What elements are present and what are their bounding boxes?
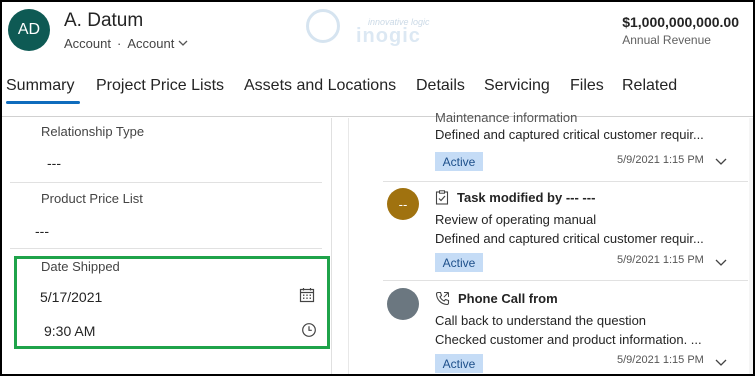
timeline-divider bbox=[383, 181, 748, 182]
tab-details[interactable]: Details bbox=[416, 75, 470, 103]
timeline-entry-line: Defined and captured critical customer r… bbox=[435, 231, 704, 246]
watermark-word: inogic bbox=[356, 25, 421, 47]
product-price-list-value[interactable]: --- bbox=[35, 223, 49, 239]
inogic-watermark-logo: innovative logic inogic bbox=[306, 7, 441, 47]
relationship-type-value[interactable]: --- bbox=[47, 155, 61, 171]
chevron-down-icon[interactable] bbox=[715, 357, 727, 369]
account-name: A. Datum bbox=[64, 10, 144, 31]
account-subtitle: Account · Account bbox=[64, 36, 188, 51]
timeline-divider bbox=[383, 280, 748, 281]
chevron-down-icon[interactable] bbox=[715, 257, 727, 269]
account-avatar: AD bbox=[8, 9, 50, 51]
status-badge: Active bbox=[435, 253, 483, 272]
timeline-entry-line: Call back to understand the question bbox=[435, 313, 647, 328]
form-selector[interactable]: Account bbox=[127, 36, 188, 51]
timeline-avatar bbox=[387, 288, 419, 320]
annual-revenue: $1,000,000,000.00 Annual Revenue bbox=[622, 14, 739, 47]
date-shipped-date-input[interactable]: 5/17/2021 bbox=[40, 289, 102, 305]
revenue-value: $1,000,000,000.00 bbox=[622, 14, 739, 30]
relationship-type-label: Relationship Type bbox=[41, 124, 145, 139]
timeline-timestamp: 5/9/2021 1:15 PM bbox=[617, 354, 704, 366]
chevron-down-icon bbox=[178, 40, 188, 46]
timeline-entry-title: Task modified by --- --- bbox=[435, 190, 595, 205]
date-shipped-time-input[interactable]: 9:30 AM bbox=[44, 323, 95, 339]
app-window: AD A. Datum Account · Account innovative… bbox=[2, 2, 753, 374]
tab-assets-and-locations[interactable]: Assets and Locations bbox=[244, 75, 400, 103]
product-price-list-label: Product Price List bbox=[41, 191, 143, 206]
task-icon bbox=[435, 190, 449, 205]
status-badge: Active bbox=[435, 354, 483, 373]
timeline-entry-line: Checked customer and product information… bbox=[435, 332, 702, 347]
timeline-entry-title-text: Phone Call from bbox=[458, 291, 558, 306]
timeline-entry-partial-line: Maintenance information bbox=[435, 110, 578, 125]
field-divider bbox=[10, 248, 322, 249]
subtitle-separator: · bbox=[116, 36, 122, 51]
tab-servicing[interactable]: Servicing bbox=[484, 75, 556, 103]
timeline-scrollbar[interactable] bbox=[749, 118, 753, 374]
form-name: Account bbox=[127, 36, 175, 51]
tab-strip: Summary Project Price Lists Assets and L… bbox=[6, 75, 682, 107]
clock-icon[interactable] bbox=[301, 322, 317, 338]
timeline-entry-line: Defined and captured critical customer r… bbox=[435, 127, 704, 142]
status-badge: Active bbox=[435, 152, 483, 171]
timeline-avatar: -- bbox=[387, 188, 419, 220]
calendar-icon[interactable] bbox=[299, 287, 315, 303]
logo-ring-icon bbox=[306, 9, 340, 43]
timeline-entry-title-text: Task modified by --- --- bbox=[457, 190, 596, 205]
phone-icon bbox=[435, 291, 450, 306]
timeline-timestamp: 5/9/2021 1:15 PM bbox=[617, 254, 704, 266]
revenue-label: Annual Revenue bbox=[622, 33, 711, 47]
tab-summary[interactable]: Summary bbox=[6, 75, 80, 104]
timeline-entry-line: Review of operating manual bbox=[435, 212, 597, 227]
timeline-timestamp: 5/9/2021 1:15 PM bbox=[617, 154, 704, 166]
entity-type: Account bbox=[64, 36, 111, 51]
tab-project-price-lists[interactable]: Project Price Lists bbox=[96, 75, 228, 103]
chevron-down-icon[interactable] bbox=[715, 156, 727, 168]
tab-related[interactable]: Related bbox=[622, 75, 682, 103]
timeline-panel: Maintenance information Defined and capt… bbox=[348, 110, 753, 374]
field-divider bbox=[10, 182, 322, 183]
tab-files[interactable]: Files bbox=[570, 75, 608, 103]
date-shipped-label: Date Shipped bbox=[41, 259, 120, 274]
timeline-entry-title: Phone Call from bbox=[435, 291, 558, 306]
